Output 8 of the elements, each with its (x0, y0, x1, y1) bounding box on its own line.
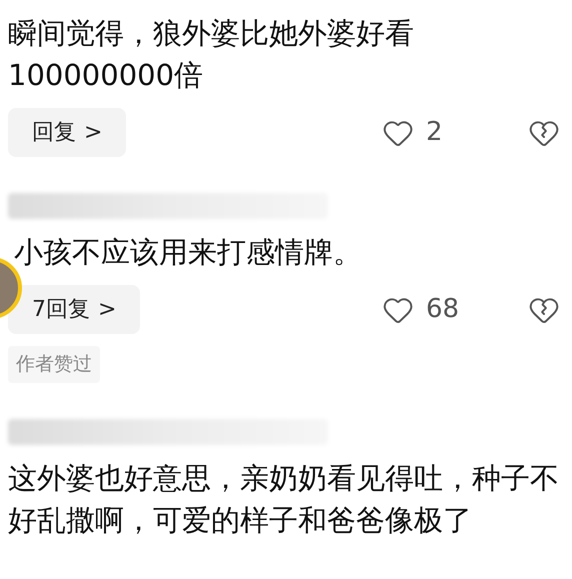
reply-button[interactable]: 7回复 > (8, 285, 140, 334)
comment-text: 瞬间觉得，狼外婆比她外婆好看100000000倍 (7, 15, 415, 94)
author-liked-badge: 作者赞过 (8, 346, 100, 382)
reply-button[interactable]: 回复 > (8, 108, 126, 157)
comment-text: 这外婆也好意思，亲奶奶看见得吐，种子不好乱撒啊，可爱的样子和爸爸像极了 (7, 460, 560, 538)
like-count: 2 (426, 116, 444, 149)
comment-text: 小孩不应该用来打感情牌。 (13, 234, 363, 271)
like-count: 68 (426, 293, 460, 326)
